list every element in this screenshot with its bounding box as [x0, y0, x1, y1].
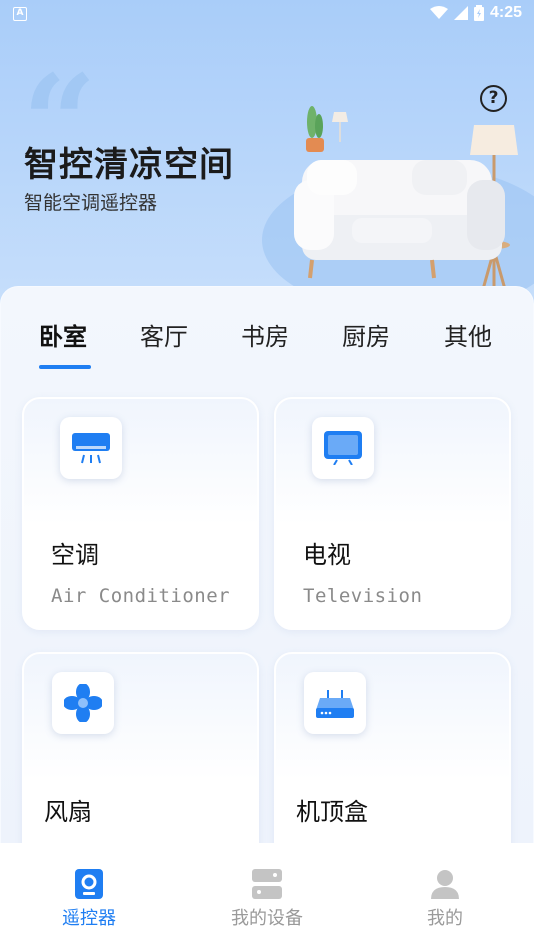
page-subtitle: 智能空调遥控器: [24, 192, 158, 214]
devices-icon: [178, 869, 356, 903]
nav-label: 我的: [427, 908, 463, 929]
tab-other[interactable]: 其他: [444, 317, 492, 352]
tab-indicator: [39, 365, 91, 369]
device-title: 风扇: [44, 798, 92, 826]
status-time: 4:25: [489, 4, 522, 21]
room-tabs: 卧室 客厅 书房 厨房 其他: [0, 303, 534, 373]
profile-icon: [356, 869, 534, 903]
device-subtitle: Television: [303, 585, 423, 607]
page-title: 智控清凉空间: [24, 145, 234, 185]
nav-label: 遥控器: [62, 908, 116, 929]
nav-label: 我的设备: [231, 908, 303, 929]
wifi-icon: [429, 6, 448, 19]
signal-icon: [453, 6, 468, 20]
remote-icon: [0, 869, 178, 903]
nav-profile[interactable]: 我的: [356, 843, 534, 950]
television-icon: [312, 417, 374, 479]
notification-icon: A: [13, 7, 27, 21]
device-card-air-conditioner[interactable]: 空调 Air Conditioner: [22, 397, 259, 630]
sofa-illustration: [262, 106, 534, 305]
tab-study[interactable]: 书房: [241, 317, 289, 352]
air-conditioner-icon: [60, 417, 122, 479]
tab-living-room[interactable]: 客厅: [140, 317, 188, 352]
nav-remote[interactable]: 遥控器: [0, 843, 178, 950]
fan-icon: [52, 672, 114, 734]
tab-kitchen[interactable]: 厨房: [342, 317, 390, 352]
status-bar: A 4:25: [0, 0, 534, 28]
nav-my-devices[interactable]: 我的设备: [178, 843, 356, 950]
device-title: 空调: [51, 541, 99, 569]
device-title: 机顶盒: [296, 798, 368, 826]
status-right: 4:25: [429, 4, 522, 22]
tab-bedroom[interactable]: 卧室: [39, 317, 87, 352]
device-card-television[interactable]: 电视 Television: [274, 397, 511, 630]
device-title: 电视: [303, 541, 351, 569]
bottom-nav: 遥控器 我的设备 我的: [0, 843, 534, 950]
device-subtitle: Air Conditioner: [51, 585, 231, 607]
battery-icon: [473, 5, 484, 21]
set-top-box-icon: [304, 672, 366, 734]
